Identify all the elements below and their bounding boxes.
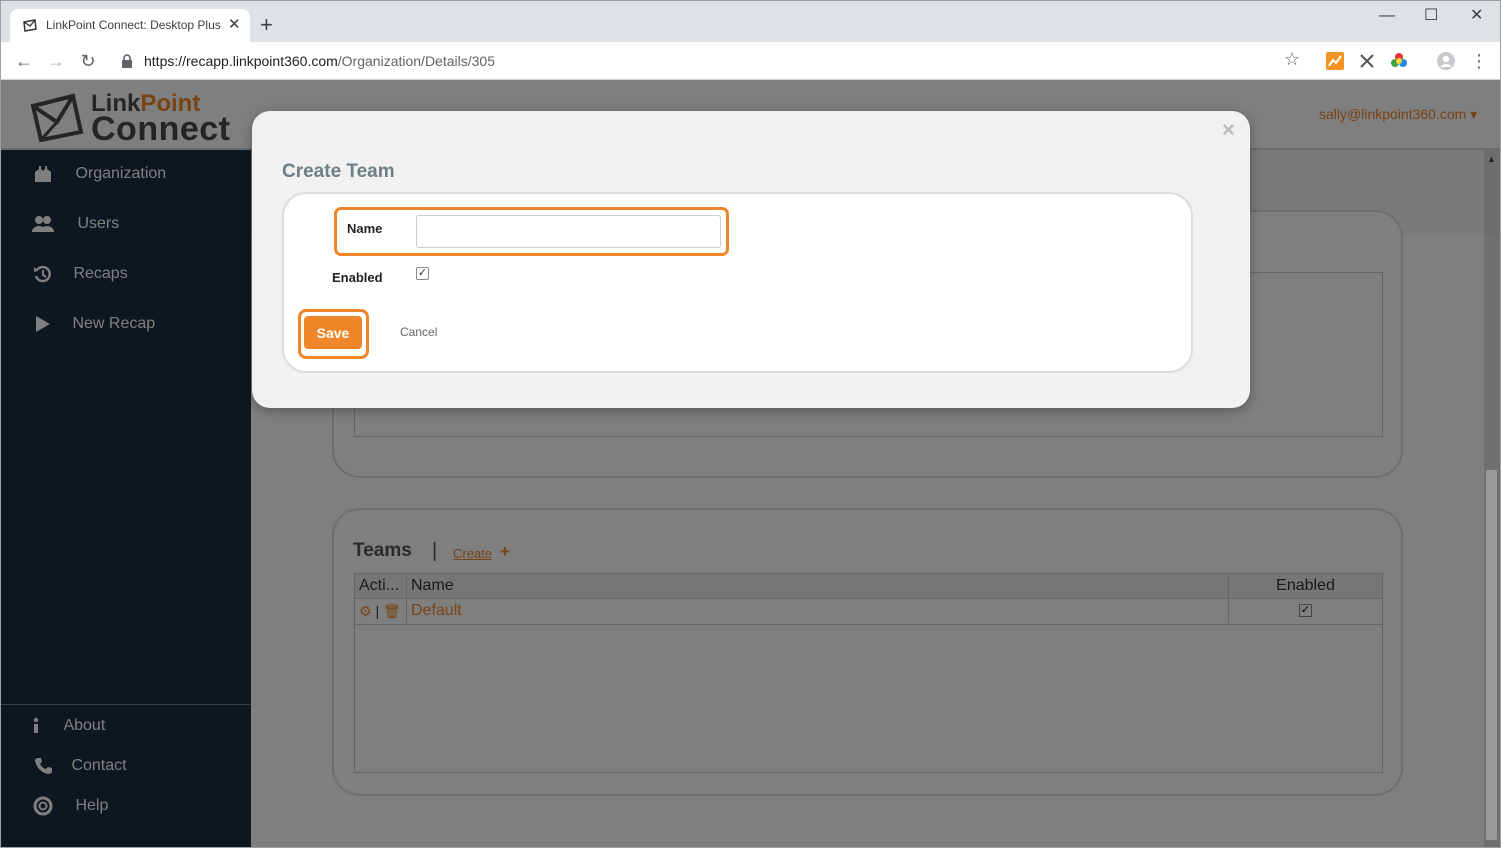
close-window-button[interactable]: ✕ xyxy=(1470,5,1483,27)
name-label: Name xyxy=(347,221,383,236)
reload-icon[interactable]: ↻ xyxy=(77,50,99,72)
team-name-input[interactable] xyxy=(416,215,721,248)
enabled-label: Enabled xyxy=(332,270,383,285)
browser-tab[interactable]: LinkPoint Connect: Desktop Plus ✕ xyxy=(10,9,250,43)
minimize-button[interactable]: — xyxy=(1379,5,1395,27)
tab-close-icon[interactable]: ✕ xyxy=(228,16,241,34)
forward-arrow-icon[interactable]: → xyxy=(45,50,67,72)
linkpoint-favicon-icon xyxy=(23,19,37,32)
dialog-title: Create Team xyxy=(282,161,395,182)
browser-toolbar: ← → ↻ https://recapp.linkpoint360.com/Or… xyxy=(0,42,1501,80)
create-team-dialog: × Create Team Name Enabled ✓ Save Cancel xyxy=(252,111,1250,408)
back-arrow-icon[interactable]: ← xyxy=(13,50,35,72)
enabled-checkbox[interactable]: ✓ xyxy=(416,267,429,280)
profile-avatar-icon[interactable] xyxy=(1437,52,1455,70)
extension-chart-icon[interactable] xyxy=(1326,52,1344,70)
tab-title: LinkPoint Connect: Desktop Plus xyxy=(46,18,221,32)
browser-menu-icon[interactable]: ⋮ xyxy=(1468,50,1490,72)
cancel-link[interactable]: Cancel xyxy=(400,325,437,339)
scrollbar-thumb[interactable] xyxy=(1486,470,1497,840)
scroll-up-arrow-icon[interactable]: ▲ xyxy=(1487,154,1496,164)
new-tab-button[interactable]: + xyxy=(260,14,273,36)
extension-tools-icon[interactable] xyxy=(1358,52,1376,70)
extension-color-icon[interactable] xyxy=(1390,52,1408,70)
create-team-form: Name Enabled ✓ Save Cancel xyxy=(282,192,1193,373)
address-bar[interactable]: https://recapp.linkpoint360.com/Organiza… xyxy=(112,46,1312,76)
lock-icon xyxy=(122,54,132,68)
bookmark-star-icon[interactable]: ☆ xyxy=(1284,49,1300,70)
close-icon[interactable]: × xyxy=(1222,117,1235,143)
maximize-button[interactable]: ☐ xyxy=(1424,5,1438,27)
url-text: https://recapp.linkpoint360.com/Organiza… xyxy=(144,53,495,69)
browser-tabstrip: LinkPoint Connect: Desktop Plus ✕ + — ☐ … xyxy=(0,0,1501,43)
save-button[interactable]: Save xyxy=(304,316,362,349)
